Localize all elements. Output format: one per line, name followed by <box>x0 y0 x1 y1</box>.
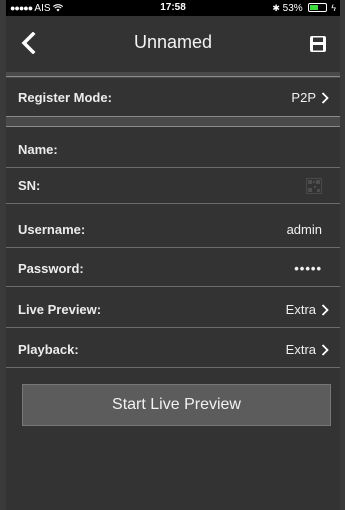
qr-code-icon[interactable] <box>306 178 322 194</box>
password-field[interactable]: ••••• <box>294 251 322 287</box>
username-field[interactable]: admin <box>287 212 322 248</box>
chevron-right-icon <box>321 344 329 356</box>
password-label: Password: <box>18 261 84 276</box>
battery-indicator: ✱ 53% ϟ <box>272 0 336 17</box>
chevron-right-icon <box>321 304 329 316</box>
charging-icon: ϟ <box>331 3 336 13</box>
save-button[interactable] <box>304 30 332 58</box>
section-divider <box>6 72 340 78</box>
live-preview-value: Extra <box>285 302 316 317</box>
password-row: Password: ••••• <box>6 251 340 287</box>
app-screen: ●●●●● AIS 17:58 ✱ 53% ϟ Unnamed Register… <box>6 0 340 510</box>
register-mode-row[interactable]: Register Mode: P2P <box>6 80 340 116</box>
start-live-preview-button[interactable]: Start Live Preview <box>22 384 331 426</box>
page-title: Unnamed <box>133 32 213 52</box>
name-row: Name: <box>6 132 340 168</box>
register-mode-value: P2P <box>291 90 316 105</box>
live-preview-label: Live Preview: <box>18 302 102 317</box>
bluetooth-icon: ✱ <box>272 3 280 13</box>
name-label: Name: <box>18 142 58 157</box>
chevron-right-icon <box>321 92 329 104</box>
battery-icon <box>308 3 328 12</box>
playback-label: Playback: <box>18 342 79 357</box>
nav-bar: Unnamed <box>6 16 340 72</box>
live-preview-row[interactable]: Live Preview: Extra <box>6 292 340 328</box>
username-label: Username: <box>18 222 86 237</box>
floppy-disk-icon <box>310 36 326 52</box>
playback-row[interactable]: Playback: Extra <box>6 332 340 368</box>
back-button[interactable] <box>14 26 42 60</box>
playback-value: Extra <box>285 342 316 357</box>
sn-label: SN: <box>18 178 41 193</box>
chevron-left-icon <box>21 32 36 54</box>
battery-percent: 53% <box>282 3 303 14</box>
divider-line <box>6 76 340 77</box>
divider-line <box>6 126 340 127</box>
register-mode-label: Register Mode: <box>18 90 112 105</box>
section-divider <box>6 117 340 126</box>
status-bar: ●●●●● AIS 17:58 ✱ 53% ϟ <box>6 0 340 16</box>
sn-row: SN: <box>6 168 340 204</box>
username-row: Username: admin <box>6 212 340 248</box>
